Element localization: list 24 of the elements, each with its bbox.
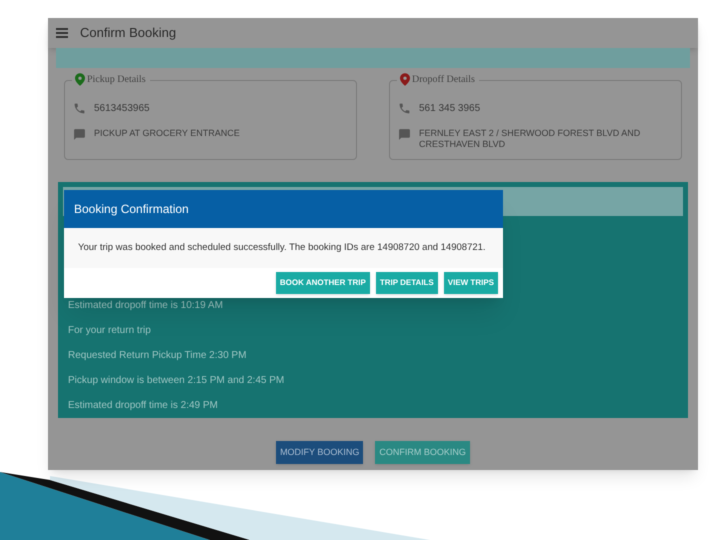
app-bar-title: Confirm Booking	[80, 24, 176, 42]
footer-button[interactable]: CONFIRM BOOKING	[375, 441, 470, 464]
dialog-button[interactable]: TRIP DETAILS	[376, 272, 438, 294]
menu-icon[interactable]	[56, 28, 68, 38]
phone-number: 561 345 3965	[419, 102, 480, 116]
pickup-note: PICKUP AT GROCERY ENTRANCE	[94, 128, 241, 139]
footer-button[interactable]: MODIFY BOOKING	[276, 441, 364, 464]
phone-icon	[73, 102, 86, 115]
summary-line: Estimated dropoff time is 2:49 PM	[68, 399, 219, 413]
dialog-title: Booking Confirmation	[74, 201, 189, 218]
phone-number: 5613453965	[94, 102, 150, 116]
summary-line: Pickup window is between 2:15 PM and 2:45 PM	[68, 374, 286, 388]
summary-line: For your return trip	[68, 324, 152, 338]
phone-icon	[398, 102, 411, 115]
dialog-message: Your trip was booked and scheduled successfully. The booking IDs are 14908720 and 14908721.	[78, 240, 486, 255]
card-legend: Dropoff Details	[412, 72, 479, 87]
dialog-button[interactable]: VIEW TRIPS	[444, 272, 498, 294]
summary-line: Estimated dropoff time is 10:19 AM	[68, 299, 224, 313]
card-legend: Pickup Details	[87, 72, 150, 87]
summary-line: Requested Return Pickup Time 2:30 PM	[68, 349, 248, 363]
pickup-note: FERNLEY EAST 2 / SHERWOOD FOREST BLVD AND CRESTHAVEN BLVD	[419, 128, 642, 150]
comment-icon	[398, 128, 411, 141]
comment-icon	[73, 128, 86, 141]
dialog-button[interactable]: BOOK ANOTHER TRIP	[276, 272, 370, 294]
